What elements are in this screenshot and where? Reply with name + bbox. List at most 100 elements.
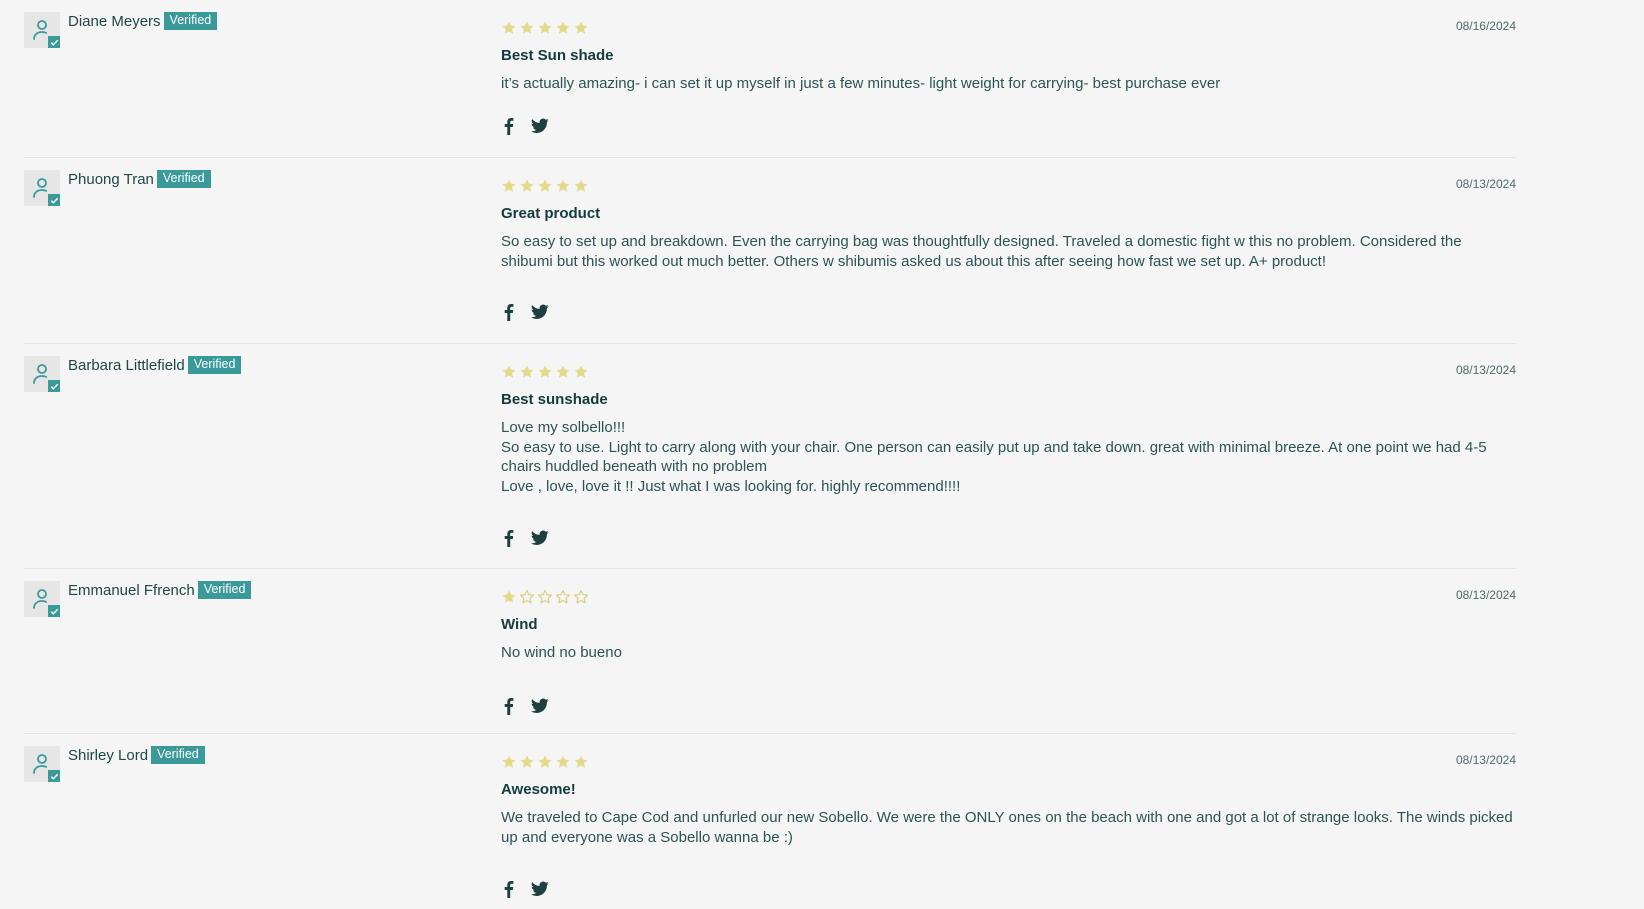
star-filled-icon (555, 754, 571, 770)
star-rating (501, 20, 589, 36)
review-content: 08/16/2024 Best Sun shade it’s actually am… (501, 0, 1516, 158)
star-rating (501, 754, 589, 770)
review-body: No wind no bueno (501, 643, 1516, 663)
review-item: Emmanuel Ffrench Verified 08/13/2024 Wind No… (24, 569, 1516, 734)
verified-badge: Verified (163, 12, 218, 30)
avatar (24, 581, 60, 617)
star-filled-icon (555, 178, 571, 194)
reviewer-name: Diane Meyers (68, 12, 161, 30)
review-body-line: We traveled to Cape Cod and unfurled our… (501, 809, 1517, 846)
review-body-line: No wind no bueno (501, 644, 622, 661)
check-icon (48, 194, 60, 206)
avatar (24, 12, 60, 48)
avatar (24, 170, 60, 206)
star-rating (501, 364, 589, 380)
review-body-line: So easy to set up and breakdown. Even th… (501, 233, 1466, 270)
social-share (501, 117, 549, 135)
reviewer-name: Barbara Littlefield (68, 356, 185, 374)
star-filled-icon (519, 754, 535, 770)
star-filled-icon (501, 754, 517, 770)
reviewer-name: Emmanuel Ffrench (68, 581, 195, 599)
verified-badge: Verified (197, 581, 252, 599)
review-date: 08/16/2024 (1455, 19, 1516, 33)
twitter-icon[interactable] (531, 530, 549, 546)
facebook-icon[interactable] (501, 529, 517, 547)
review-body-line: Love my solbello!!! (501, 419, 626, 436)
review-title: Awesome! (501, 781, 576, 798)
facebook-icon[interactable] (501, 303, 517, 321)
facebook-icon[interactable] (501, 117, 517, 135)
check-icon (48, 380, 60, 392)
star-filled-icon (501, 178, 517, 194)
review-content: 08/13/2024 Great product So easy to set up… (501, 158, 1516, 344)
twitter-icon[interactable] (531, 304, 549, 320)
reviewer-info: Emmanuel Ffrench Verified (24, 581, 252, 617)
review-date: 08/13/2024 (1455, 588, 1516, 602)
review-item: Diane Meyers Verified 08/16/2024 Best Sun s… (24, 0, 1516, 158)
twitter-icon[interactable] (531, 118, 549, 134)
reviewer-name-row: Emmanuel Ffrench Verified (68, 581, 252, 599)
review-body-line: it’s actually amazing- i can set it up m… (501, 75, 1221, 92)
star-outline-icon (537, 589, 553, 605)
star-outline-icon (519, 589, 535, 605)
review-title: Great product (501, 205, 601, 222)
verified-badge: Verified (156, 170, 211, 188)
review-title: Best sunshade (501, 391, 608, 408)
star-filled-icon (573, 20, 589, 36)
star-outline-icon (555, 589, 571, 605)
avatar (24, 356, 60, 392)
star-filled-icon (537, 178, 553, 194)
star-filled-icon (555, 364, 571, 380)
star-filled-icon (519, 20, 535, 36)
review-body-line: Love , love, love it !! Just what I was … (501, 477, 961, 495)
reviewer-name-row: Shirley Lord Verified (68, 746, 205, 764)
reviewer-name: Shirley Lord (68, 746, 149, 764)
reviewer-info: Phuong Tran Verified (24, 170, 211, 206)
reviewer-name: Phuong Tran (68, 170, 154, 188)
review-content: 08/13/2024 Wind No wind no bueno (501, 569, 1516, 734)
twitter-icon[interactable] (531, 698, 549, 714)
review-body: So easy to set up and breakdown. Even th… (501, 232, 1516, 271)
star-filled-icon (537, 20, 553, 36)
social-share (501, 697, 549, 715)
review-content: 08/13/2024 Best sunshade Love my solbello!… (501, 344, 1516, 569)
star-rating (501, 178, 589, 194)
review-date: 08/13/2024 (1455, 177, 1516, 191)
review-title: Best Sun shade (501, 47, 614, 64)
review-body: it’s actually amazing- i can set it up m… (501, 74, 1516, 94)
review-date: 08/13/2024 (1455, 753, 1516, 767)
review-body-line: So easy to use. Light to carry along wit… (501, 438, 1491, 476)
review-item: Phuong Tran Verified 08/13/2024 Great produ… (24, 158, 1516, 344)
star-filled-icon (555, 20, 571, 36)
twitter-icon[interactable] (531, 881, 549, 897)
reviewer-info: Diane Meyers Verified (24, 12, 218, 48)
review-title: Wind (501, 616, 538, 633)
star-filled-icon (519, 178, 535, 194)
reviewer-name-row: Phuong Tran Verified (68, 170, 211, 188)
star-filled-icon (573, 364, 589, 380)
avatar (24, 746, 60, 782)
review-body: We traveled to Cape Cod and unfurled our… (501, 808, 1516, 847)
star-filled-icon (537, 364, 553, 380)
reviewer-info: Shirley Lord Verified (24, 746, 205, 782)
star-filled-icon (519, 364, 535, 380)
star-outline-icon (573, 589, 589, 605)
star-filled-icon (501, 364, 517, 380)
social-share (501, 303, 549, 321)
reviewer-info: Barbara Littlefield Verified (24, 356, 242, 392)
review-date: 08/13/2024 (1455, 363, 1516, 377)
star-filled-icon (573, 178, 589, 194)
star-rating (501, 589, 589, 605)
check-icon (48, 605, 60, 617)
facebook-icon[interactable] (501, 880, 517, 898)
review-content: 08/13/2024 Awesome! We traveled to Cape Co… (501, 734, 1516, 909)
social-share (501, 529, 549, 547)
reviewer-name-row: Diane Meyers Verified (68, 12, 218, 30)
social-share (501, 880, 549, 898)
facebook-icon[interactable] (501, 697, 517, 715)
review-body: Love my solbello!!! So easy to use. Light… (501, 418, 1516, 496)
check-icon (48, 36, 60, 48)
star-filled-icon (573, 754, 589, 770)
verified-badge: Verified (151, 746, 205, 764)
star-filled-icon (501, 589, 517, 605)
